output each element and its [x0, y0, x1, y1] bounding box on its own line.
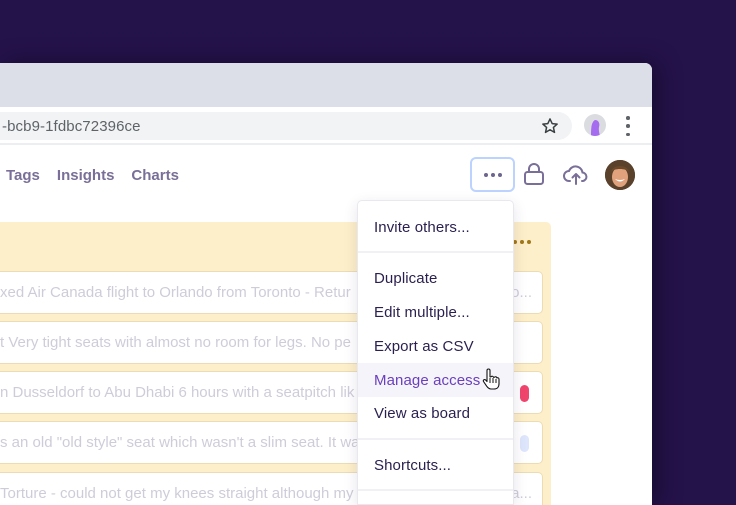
user-avatar[interactable]	[605, 160, 635, 190]
nav-insights[interactable]: Insights	[57, 167, 115, 184]
vertical-dots-icon[interactable]	[624, 116, 632, 136]
url-text[interactable]: -bcb9-1fdbc72396ce	[0, 118, 141, 135]
menu-item-view-as-board[interactable]: View as board	[358, 397, 513, 429]
menu-divider	[358, 251, 513, 253]
column-options-icon[interactable]	[513, 240, 531, 244]
menu-divider	[358, 438, 513, 440]
nav-charts[interactable]: Charts	[131, 167, 179, 184]
cloud-upload-icon[interactable]	[563, 161, 589, 187]
browser-window: -bcb9-1fdbc72396ce Tags Insights Charts	[0, 63, 652, 505]
nav-tags[interactable]: Tags	[6, 167, 40, 184]
menu-item-invite-others[interactable]: Invite others...	[358, 211, 513, 243]
star-icon[interactable]	[540, 116, 560, 136]
app-content: Tags Insights Charts xed Air Canada flig…	[0, 147, 652, 505]
menu-item-export-csv[interactable]: Export as CSV	[358, 330, 513, 362]
tab-strip	[0, 63, 652, 107]
more-options-button[interactable]	[470, 157, 515, 192]
horizontal-dots-icon	[483, 172, 488, 177]
profile-avatar-icon[interactable]	[584, 114, 606, 136]
options-dropdown-menu: Invite others... Duplicate Edit multiple…	[357, 200, 514, 505]
menu-divider	[358, 489, 513, 491]
hand-pointer-cursor-icon	[482, 368, 500, 390]
top-nav: Tags Insights Charts	[6, 167, 179, 184]
menu-item-edit-multiple[interactable]: Edit multiple...	[358, 296, 513, 328]
address-bar[interactable]: -bcb9-1fdbc72396ce	[0, 112, 572, 140]
menu-item-shortcuts[interactable]: Shortcuts...	[358, 449, 513, 481]
menu-item-duplicate[interactable]: Duplicate	[358, 262, 513, 294]
tag-pill	[520, 385, 529, 402]
tag-pill	[520, 435, 529, 452]
browser-toolbar: -bcb9-1fdbc72396ce	[0, 107, 652, 145]
lock-icon[interactable]	[521, 161, 547, 187]
